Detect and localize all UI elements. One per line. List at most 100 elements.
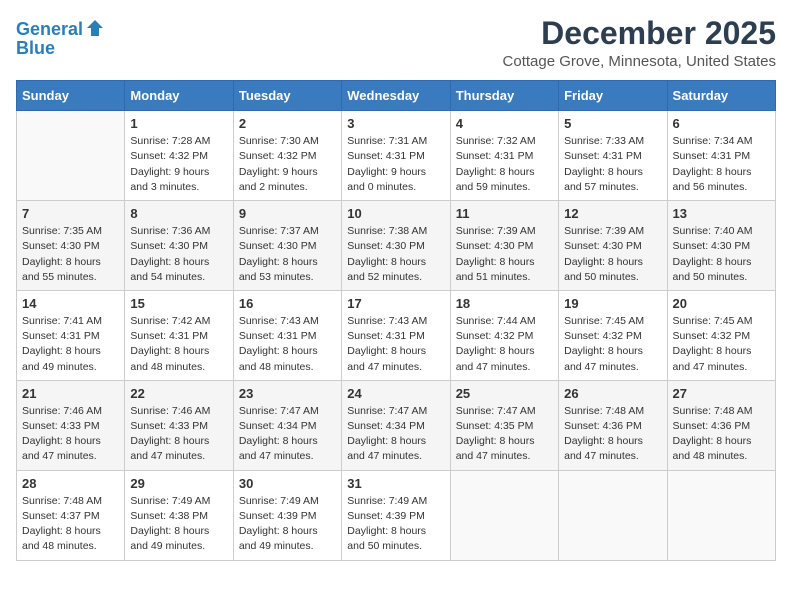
day-number: 18 — [456, 296, 553, 311]
cell-info: Sunrise: 7:39 AMSunset: 4:30 PMDaylight:… — [456, 224, 553, 285]
calendar-cell: 16 Sunrise: 7:43 AMSunset: 4:31 PMDayligh… — [233, 290, 341, 380]
day-number: 10 — [347, 206, 444, 221]
calendar-cell: 18 Sunrise: 7:44 AMSunset: 4:32 PMDayligh… — [450, 290, 558, 380]
calendar-cell: 13Sunrise: 7:40 AMSunset: 4:30 PMDayligh… — [667, 201, 775, 291]
day-number: 16 — [239, 296, 336, 311]
column-header-monday: Monday — [125, 81, 233, 111]
calendar-cell: 12 Sunrise: 7:39 AMSunset: 4:30 PMDayligh… — [559, 201, 667, 291]
page-header: General Blue December 2025 Cottage Grove… — [16, 16, 776, 70]
cell-info: Sunrise: 7:47 AMSunset: 4:34 PMDaylight:… — [239, 404, 336, 465]
cell-info: Sunrise: 7:41 AMSunset: 4:31 PMDaylight:… — [22, 314, 119, 375]
calendar-cell: 4 Sunrise: 7:32 AMSunset: 4:31 PMDaylight… — [450, 111, 558, 201]
day-number: 1 — [130, 116, 227, 131]
calendar-cell: 10 Sunrise: 7:38 AMSunset: 4:30 PMDayligh… — [342, 201, 450, 291]
week-row-5: 28 Sunrise: 7:48 AMSunset: 4:37 PMDayligh… — [17, 470, 776, 560]
week-row-4: 21 Sunrise: 7:46 AMSunset: 4:33 PMDayligh… — [17, 380, 776, 470]
cell-info: Sunrise: 7:49 AMSunset: 4:39 PMDaylight:… — [239, 494, 336, 555]
cell-info: Sunrise: 7:31 AMSunset: 4:31 PMDaylight:… — [347, 134, 444, 195]
calendar-cell: 25 Sunrise: 7:47 AMSunset: 4:35 PMDayligh… — [450, 380, 558, 470]
day-number: 23 — [239, 386, 336, 401]
day-number: 21 — [22, 386, 119, 401]
cell-info: Sunrise: 7:48 AMSunset: 4:36 PMDaylight:… — [564, 404, 661, 465]
day-number: 30 — [239, 476, 336, 491]
cell-info: Sunrise: 7:35 AMSunset: 4:30 PMDaylight:… — [22, 224, 119, 285]
cell-info: Sunrise: 7:46 AMSunset: 4:33 PMDaylight:… — [130, 404, 227, 465]
month-title: December 2025 — [503, 16, 776, 51]
day-number: 6 — [673, 116, 770, 131]
calendar-cell: 11Sunrise: 7:39 AMSunset: 4:30 PMDayligh… — [450, 201, 558, 291]
cell-info: Sunrise: 7:39 AMSunset: 4:30 PMDaylight:… — [564, 224, 661, 285]
calendar-cell: 8 Sunrise: 7:36 AMSunset: 4:30 PMDaylight… — [125, 201, 233, 291]
day-number: 9 — [239, 206, 336, 221]
day-number: 12 — [564, 206, 661, 221]
column-header-friday: Friday — [559, 81, 667, 111]
cell-info: Sunrise: 7:45 AMSunset: 4:32 PMDaylight:… — [564, 314, 661, 375]
calendar-cell: 27 Sunrise: 7:48 AMSunset: 4:36 PMDayligh… — [667, 380, 775, 470]
column-header-wednesday: Wednesday — [342, 81, 450, 111]
cell-info: Sunrise: 7:47 AMSunset: 4:35 PMDaylight:… — [456, 404, 553, 465]
cell-info: Sunrise: 7:34 AMSunset: 4:31 PMDaylight:… — [673, 134, 770, 195]
column-header-thursday: Thursday — [450, 81, 558, 111]
cell-info: Sunrise: 7:45 AMSunset: 4:32 PMDaylight:… — [673, 314, 770, 375]
day-number: 13 — [673, 206, 770, 221]
calendar-cell: 19Sunrise: 7:45 AMSunset: 4:32 PMDayligh… — [559, 290, 667, 380]
cell-info: Sunrise: 7:43 AMSunset: 4:31 PMDaylight:… — [239, 314, 336, 375]
calendar-cell — [559, 470, 667, 560]
week-row-3: 14Sunrise: 7:41 AMSunset: 4:31 PMDayligh… — [17, 290, 776, 380]
calendar-cell: 2 Sunrise: 7:30 AMSunset: 4:32 PMDaylight… — [233, 111, 341, 201]
day-number: 4 — [456, 116, 553, 131]
day-number: 27 — [673, 386, 770, 401]
calendar-body: 1 Sunrise: 7:28 AMSunset: 4:32 PMDaylight… — [17, 111, 776, 560]
cell-info: Sunrise: 7:49 AMSunset: 4:39 PMDaylight:… — [347, 494, 444, 555]
calendar-cell: 5 Sunrise: 7:33 AMSunset: 4:31 PMDaylight… — [559, 111, 667, 201]
calendar-cell — [667, 470, 775, 560]
day-number: 31 — [347, 476, 444, 491]
day-number: 20 — [673, 296, 770, 311]
calendar-cell: 14Sunrise: 7:41 AMSunset: 4:31 PMDayligh… — [17, 290, 125, 380]
cell-info: Sunrise: 7:47 AMSunset: 4:34 PMDaylight:… — [347, 404, 444, 465]
cell-info: Sunrise: 7:28 AMSunset: 4:32 PMDaylight:… — [130, 134, 227, 195]
calendar-cell: 31 Sunrise: 7:49 AMSunset: 4:39 PMDayligh… — [342, 470, 450, 560]
column-header-saturday: Saturday — [667, 81, 775, 111]
day-number: 8 — [130, 206, 227, 221]
calendar-cell: 17 Sunrise: 7:43 AMSunset: 4:31 PMDayligh… — [342, 290, 450, 380]
calendar-cell: 21 Sunrise: 7:46 AMSunset: 4:33 PMDayligh… — [17, 380, 125, 470]
cell-info: Sunrise: 7:44 AMSunset: 4:32 PMDaylight:… — [456, 314, 553, 375]
day-number: 22 — [130, 386, 227, 401]
cell-info: Sunrise: 7:32 AMSunset: 4:31 PMDaylight:… — [456, 134, 553, 195]
cell-info: Sunrise: 7:43 AMSunset: 4:31 PMDaylight:… — [347, 314, 444, 375]
logo-icon — [85, 18, 105, 38]
column-header-tuesday: Tuesday — [233, 81, 341, 111]
calendar-cell: 28 Sunrise: 7:48 AMSunset: 4:37 PMDayligh… — [17, 470, 125, 560]
cell-info: Sunrise: 7:48 AMSunset: 4:36 PMDaylight:… — [673, 404, 770, 465]
calendar-cell: 30 Sunrise: 7:49 AMSunset: 4:39 PMDayligh… — [233, 470, 341, 560]
cell-info: Sunrise: 7:46 AMSunset: 4:33 PMDaylight:… — [22, 404, 119, 465]
cell-info: Sunrise: 7:37 AMSunset: 4:30 PMDaylight:… — [239, 224, 336, 285]
calendar-cell: 29Sunrise: 7:49 AMSunset: 4:38 PMDayligh… — [125, 470, 233, 560]
day-number: 29 — [130, 476, 227, 491]
calendar-cell: 20 Sunrise: 7:45 AMSunset: 4:32 PMDayligh… — [667, 290, 775, 380]
day-number: 25 — [456, 386, 553, 401]
calendar-table: SundayMondayTuesdayWednesdayThursdayFrid… — [16, 80, 776, 560]
calendar-cell: 1 Sunrise: 7:28 AMSunset: 4:32 PMDaylight… — [125, 111, 233, 201]
title-block: December 2025 Cottage Grove, Minnesota, … — [503, 16, 776, 70]
calendar-cell: 3Sunrise: 7:31 AMSunset: 4:31 PMDaylight… — [342, 111, 450, 201]
day-number: 26 — [564, 386, 661, 401]
logo: General Blue — [16, 20, 105, 59]
cell-info: Sunrise: 7:38 AMSunset: 4:30 PMDaylight:… — [347, 224, 444, 285]
cell-info: Sunrise: 7:36 AMSunset: 4:30 PMDaylight:… — [130, 224, 227, 285]
cell-info: Sunrise: 7:33 AMSunset: 4:31 PMDaylight:… — [564, 134, 661, 195]
day-number: 17 — [347, 296, 444, 311]
calendar-cell: 6 Sunrise: 7:34 AMSunset: 4:31 PMDaylight… — [667, 111, 775, 201]
calendar-cell — [17, 111, 125, 201]
logo-blue: Blue — [16, 38, 55, 59]
day-number: 2 — [239, 116, 336, 131]
cell-info: Sunrise: 7:42 AMSunset: 4:31 PMDaylight:… — [130, 314, 227, 375]
cell-info: Sunrise: 7:48 AMSunset: 4:37 PMDaylight:… — [22, 494, 119, 555]
calendar-cell: 26 Sunrise: 7:48 AMSunset: 4:36 PMDayligh… — [559, 380, 667, 470]
cell-info: Sunrise: 7:30 AMSunset: 4:32 PMDaylight:… — [239, 134, 336, 195]
day-number: 24 — [347, 386, 444, 401]
day-number: 28 — [22, 476, 119, 491]
week-row-2: 7Sunrise: 7:35 AMSunset: 4:30 PMDaylight… — [17, 201, 776, 291]
day-number: 5 — [564, 116, 661, 131]
